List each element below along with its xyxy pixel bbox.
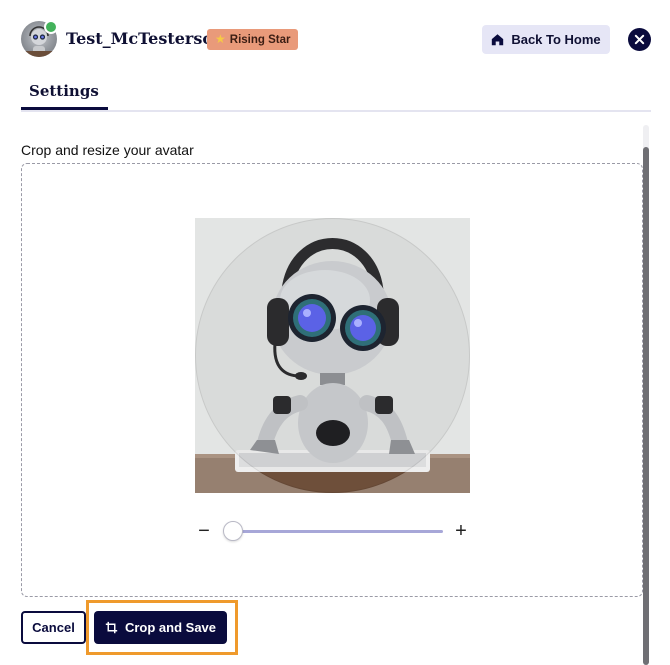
online-status-dot: [44, 20, 58, 34]
username: Test_McTesterson: [66, 29, 225, 48]
crop-icon: [105, 621, 118, 634]
rank-badge-label: Rising Star: [229, 34, 291, 46]
zoom-in-button[interactable]: +: [452, 520, 470, 542]
back-to-home-button[interactable]: Back To Home: [482, 25, 610, 54]
rank-badge: ★ Rising Star: [207, 29, 299, 50]
avatar[interactable]: [21, 20, 58, 57]
zoom-out-button[interactable]: −: [196, 520, 212, 542]
profile-header: Test_McTesterson ★ Rising Star Back To Ho…: [0, 0, 670, 76]
zoom-slider-thumb[interactable]: [223, 521, 243, 541]
tab-divider: [21, 110, 651, 112]
scrollbar-thumb[interactable]: [643, 147, 649, 665]
back-to-home-label: Back To Home: [511, 32, 601, 47]
crop-and-save-label: Crop and Save: [124, 620, 217, 635]
zoom-slider-track[interactable]: [231, 530, 443, 533]
cancel-button[interactable]: Cancel: [21, 611, 86, 644]
home-icon: [492, 34, 504, 46]
tab-bar: Settings: [21, 78, 651, 112]
crop-image[interactable]: [195, 218, 470, 493]
settings-page: Test_McTesterson ★ Rising Star Back To Ho…: [0, 0, 670, 665]
tab-settings[interactable]: Settings: [21, 78, 108, 110]
crop-section-title: Crop and resize your avatar: [21, 142, 194, 158]
close-button[interactable]: [628, 28, 651, 51]
crop-and-save-button[interactable]: Crop and Save: [94, 611, 227, 644]
star-icon: ★: [215, 32, 226, 46]
close-icon: [634, 34, 645, 45]
